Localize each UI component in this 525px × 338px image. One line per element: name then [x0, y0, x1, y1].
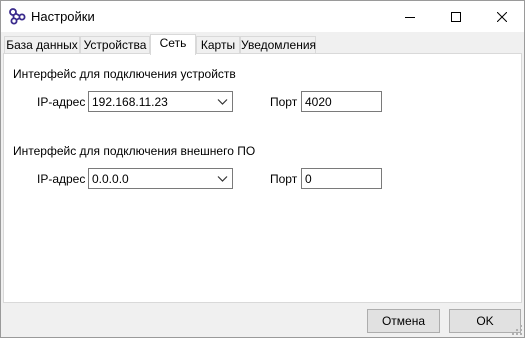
chevron-down-icon: [217, 99, 228, 105]
ok-button[interactable]: OK: [449, 309, 521, 333]
tab-maps[interactable]: Карты: [196, 36, 240, 54]
cancel-button[interactable]: Отмена: [367, 309, 440, 333]
settings-window: Настройки База данных Устройства Сеть Ка…: [0, 0, 525, 338]
devices-port-input[interactable]: 4020: [301, 91, 382, 112]
devices-ip-label: IP-адрес: [37, 95, 86, 109]
tab-database[interactable]: База данных: [4, 36, 80, 54]
minimize-button[interactable]: [387, 1, 433, 32]
external-interface-heading: Интерфейс для подключения внешнего ПО: [13, 144, 256, 158]
devices-ip-value: 192.168.11.23: [92, 95, 168, 109]
tab-devices[interactable]: Устройства: [80, 36, 150, 54]
maximize-button[interactable]: [433, 1, 479, 32]
external-port-input[interactable]: 0: [301, 168, 382, 189]
tab-notifications[interactable]: Уведомления: [240, 36, 316, 54]
tab-network[interactable]: Сеть: [150, 34, 196, 55]
external-ip-dropdown[interactable]: 0.0.0.0: [88, 168, 233, 189]
resize-grip-icon[interactable]: [512, 325, 522, 335]
devices-port-label: Порт: [270, 95, 298, 109]
maximize-icon: [451, 11, 461, 22]
devices-port-value: 4020: [305, 95, 332, 109]
graph-nodes-icon: [9, 8, 26, 25]
chevron-down-icon: [217, 176, 228, 182]
devices-ip-dropdown[interactable]: 192.168.11.23: [88, 91, 233, 112]
title-bar[interactable]: Настройки: [1, 1, 524, 32]
devices-interface-heading: Интерфейс для подключения устройств: [13, 67, 236, 81]
external-ip-value: 0.0.0.0: [92, 172, 129, 186]
external-port-label: Порт: [270, 172, 298, 186]
close-icon: [497, 11, 507, 22]
external-port-value: 0: [305, 172, 312, 186]
external-ip-label: IP-адрес: [37, 172, 86, 186]
window-title: Настройки: [31, 9, 95, 24]
minimize-icon: [405, 16, 415, 18]
close-button[interactable]: [479, 1, 525, 32]
network-tab-panel: Интерфейс для подключения устройств IP-а…: [3, 53, 522, 303]
